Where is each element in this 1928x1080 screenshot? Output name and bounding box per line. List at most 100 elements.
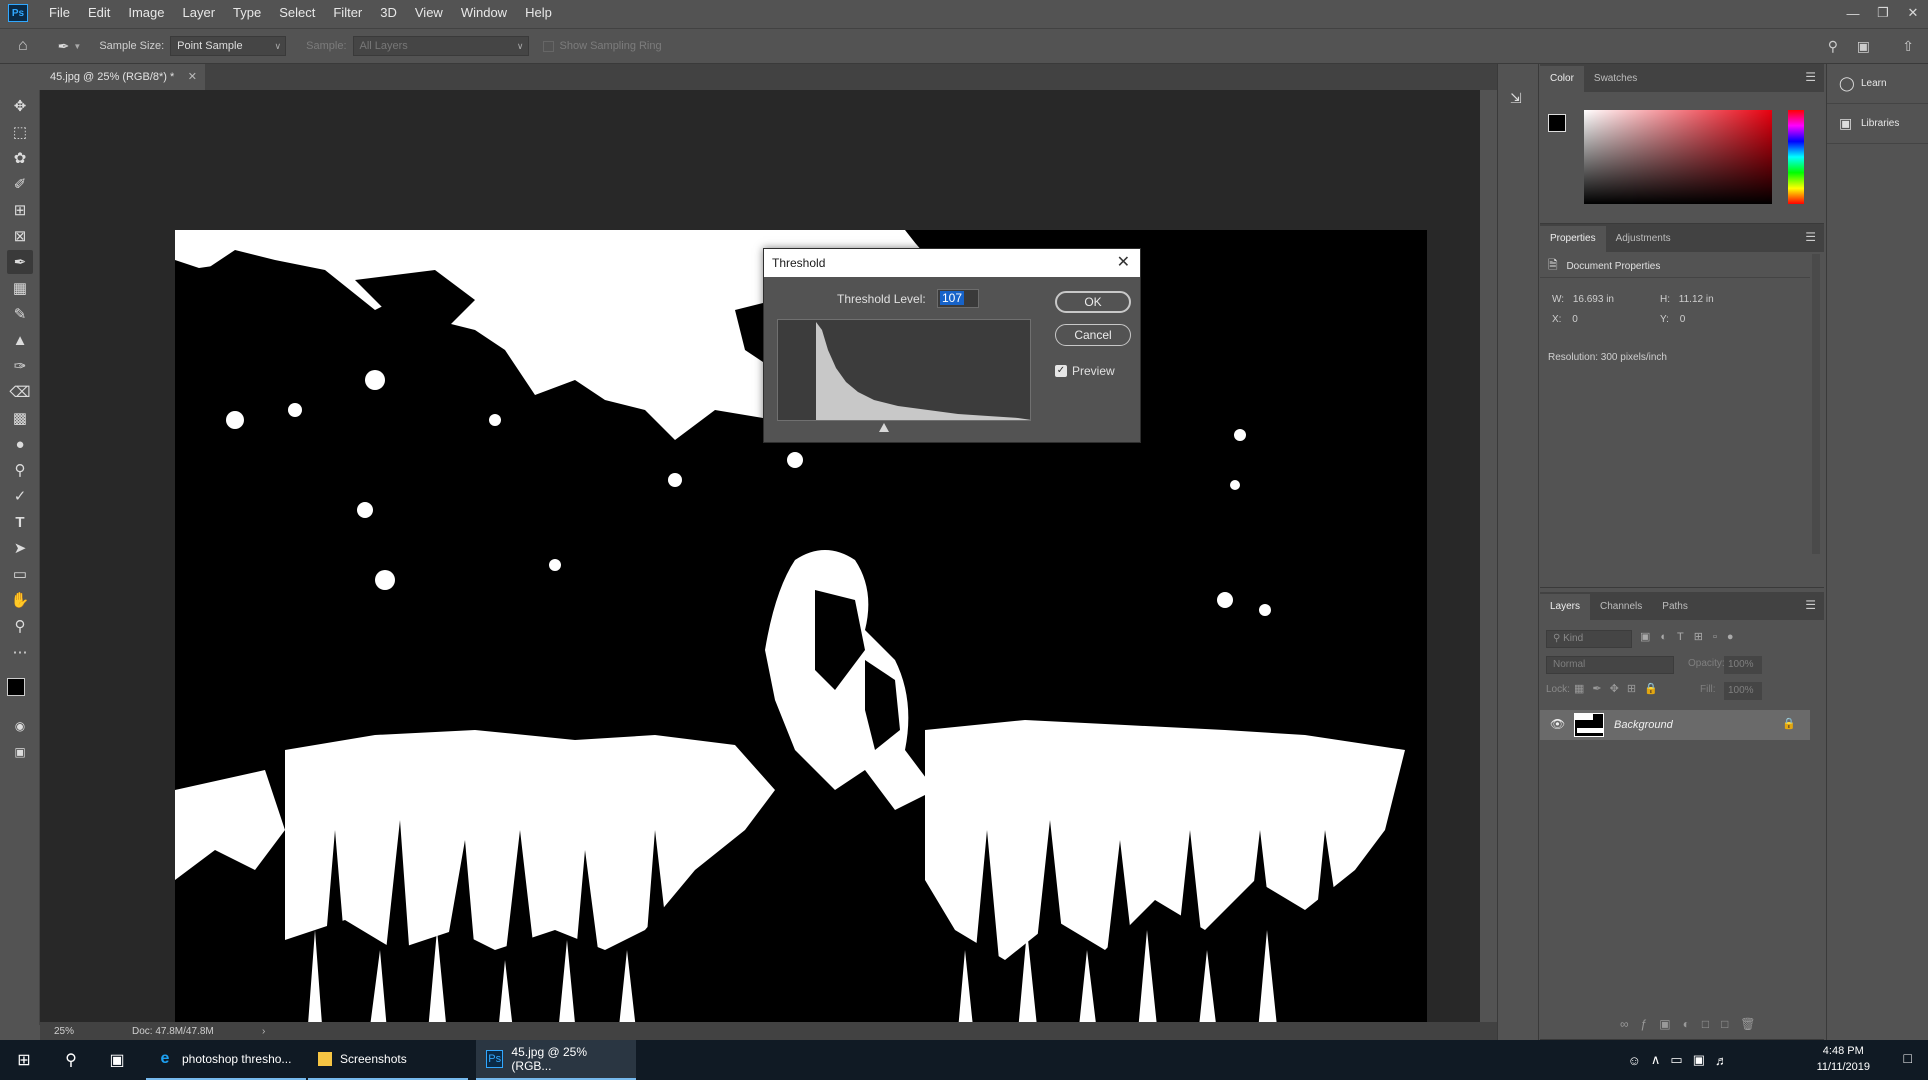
menu-filter[interactable]: Filter <box>324 0 371 26</box>
lock-icons[interactable]: ▦✒✥⊞🔒 <box>1574 682 1666 695</box>
history-brush-tool-icon[interactable]: ✑ <box>7 354 33 378</box>
layer-kind-filter[interactable]: ⚲ Kind <box>1546 630 1632 648</box>
tab-properties[interactable]: Properties <box>1540 226 1606 252</box>
history-panel-icon[interactable]: ⇲ <box>1510 90 1522 107</box>
home-icon[interactable]: ⌂ <box>18 37 28 55</box>
layer-row-background[interactable]: 👁 Background 🔒 <box>1540 710 1810 740</box>
search-icon[interactable]: ⚲ <box>1828 38 1838 55</box>
panel-menu-icon[interactable]: ☰ <box>1805 70 1816 84</box>
taskbar-app-explorer[interactable]: Screenshots <box>308 1040 468 1080</box>
canvas-area[interactable] <box>40 90 1480 1065</box>
properties-scrollbar[interactable] <box>1812 254 1820 554</box>
workspace-icon[interactable]: ▣ <box>1857 38 1870 55</box>
foreground-color-swatch[interactable] <box>7 678 25 696</box>
taskbar-app-edge[interactable]: e photoshop thresho... <box>146 1040 306 1080</box>
gradient-tool-icon[interactable]: ▩ <box>7 406 33 430</box>
tab-paths[interactable]: Paths <box>1652 594 1698 620</box>
screen-mode-icon[interactable]: ▣ <box>7 740 33 764</box>
x-value[interactable]: 0 <box>1572 314 1578 325</box>
network-icon[interactable]: ▣ <box>1693 1052 1705 1068</box>
quick-selection-tool-icon[interactable]: ✐ <box>7 172 33 196</box>
preview-checkbox[interactable]: ✓ <box>1055 365 1067 377</box>
path-selection-tool-icon[interactable]: ➤ <box>7 536 33 560</box>
menu-window[interactable]: Window <box>452 0 516 26</box>
share-icon[interactable]: ⇧ <box>1902 38 1914 55</box>
clock[interactable]: 4:48 PM 11/11/2019 <box>1817 1043 1870 1075</box>
cancel-button[interactable]: Cancel <box>1055 324 1131 346</box>
close-icon[interactable]: ✕ <box>1117 249 1130 277</box>
tab-layers[interactable]: Layers <box>1540 594 1591 620</box>
menu-file[interactable]: File <box>40 0 79 26</box>
hand-tool-icon[interactable]: ✋ <box>7 588 33 612</box>
color-field[interactable] <box>1584 110 1772 204</box>
brush-tool-icon[interactable]: ✎ <box>7 302 33 326</box>
type-tool-icon[interactable]: T <box>7 510 33 534</box>
close-window-button[interactable]: ✕ <box>1898 0 1928 26</box>
close-tab-icon[interactable]: ✕ <box>188 64 197 90</box>
taskbar-app-photoshop[interactable]: Ps 45.jpg @ 25% (RGB... <box>476 1040 636 1080</box>
menu-view[interactable]: View <box>406 0 452 26</box>
panel-menu-icon[interactable]: ☰ <box>1805 598 1816 612</box>
menu-3d[interactable]: 3D <box>371 0 406 26</box>
fill-input[interactable]: 100% <box>1724 682 1762 700</box>
y-value[interactable]: 0 <box>1680 314 1686 325</box>
eyedropper-tool-preset-icon[interactable]: ✒ <box>58 38 70 55</box>
chevron-down-icon[interactable]: ▼ <box>73 42 81 51</box>
more-tools-icon[interactable]: ⋯ <box>7 640 33 664</box>
libraries-panel-button[interactable]: ▣ Libraries <box>1827 104 1928 144</box>
menu-help[interactable]: Help <box>516 0 561 26</box>
rectangle-tool-icon[interactable]: ▭ <box>7 562 33 586</box>
pen-tool-icon[interactable]: ✓ <box>7 484 33 508</box>
marquee-tool-icon[interactable]: ⬚ <box>7 120 33 144</box>
zoom-tool-icon[interactable]: ⚲ <box>7 614 33 638</box>
width-value[interactable]: 16.693 in <box>1573 294 1614 305</box>
windows-start-icon[interactable]: ⊞ <box>0 1040 48 1080</box>
menu-type[interactable]: Type <box>224 0 270 26</box>
threshold-level-input[interactable]: 107 <box>937 289 979 308</box>
minimize-button[interactable]: — <box>1838 0 1868 26</box>
notification-icon[interactable]: □ <box>1904 1050 1912 1066</box>
document-tab[interactable]: 45.jpg @ 25% (RGB/8*) * ✕ <box>40 64 205 90</box>
tab-color[interactable]: Color <box>1540 66 1584 92</box>
zoom-level[interactable]: 25% <box>54 1022 74 1042</box>
eye-icon[interactable]: 👁 <box>1550 717 1565 731</box>
learn-panel-button[interactable]: ◯ Learn <box>1827 64 1928 104</box>
sample-size-select[interactable]: Point Sample ∨ <box>170 36 287 56</box>
show-sampling-ring-checkbox[interactable] <box>542 40 554 52</box>
chevron-right-icon[interactable]: › <box>262 1022 265 1042</box>
volume-icon[interactable]: ♬ <box>1715 1053 1728 1068</box>
dodge-tool-icon[interactable]: ⚲ <box>7 458 33 482</box>
quick-mask-icon[interactable]: ◉ <box>7 714 33 738</box>
menu-edit[interactable]: Edit <box>79 0 119 26</box>
hue-slider[interactable] <box>1788 110 1804 204</box>
color-foreground-swatch[interactable] <box>1548 114 1566 132</box>
dialog-title-bar[interactable]: Threshold ✕ <box>764 249 1140 277</box>
frame-tool-icon[interactable]: ⊠ <box>7 224 33 248</box>
height-value[interactable]: 11.12 in <box>1679 294 1714 305</box>
opacity-input[interactable]: 100% <box>1724 656 1762 674</box>
layer-name[interactable]: Background <box>1614 710 1673 740</box>
healing-brush-tool-icon[interactable]: ▦ <box>7 276 33 300</box>
people-icon[interactable]: ☺ <box>1628 1053 1641 1068</box>
move-tool-icon[interactable]: ✥ <box>7 94 33 118</box>
battery-icon[interactable]: ▭ <box>1670 1052 1682 1068</box>
task-view-icon[interactable]: ▣ <box>94 1040 140 1080</box>
panel-menu-icon[interactable]: ☰ <box>1805 230 1816 244</box>
sample-select[interactable]: All Layers ∨ <box>352 36 529 56</box>
eyedropper-tool-icon[interactable]: ✒ <box>7 250 33 274</box>
menu-select[interactable]: Select <box>270 0 324 26</box>
restore-button[interactable]: ❐ <box>1868 0 1898 26</box>
stamp-tool-icon[interactable]: ▲ <box>7 328 33 352</box>
blend-mode-select[interactable]: Normal <box>1546 656 1674 674</box>
tab-channels[interactable]: Channels <box>1590 594 1652 620</box>
menu-image[interactable]: Image <box>119 0 173 26</box>
threshold-slider-handle[interactable] <box>879 423 889 432</box>
lasso-tool-icon[interactable]: ✿ <box>7 146 33 170</box>
eraser-tool-icon[interactable]: ⌫ <box>7 380 33 404</box>
blur-tool-icon[interactable]: ● <box>7 432 33 456</box>
layer-filter-icons[interactable]: ▣◐T⊞▫● <box>1640 630 1744 643</box>
crop-tool-icon[interactable]: ⊞ <box>7 198 33 222</box>
ok-button[interactable]: OK <box>1055 291 1131 313</box>
menu-layer[interactable]: Layer <box>174 0 225 26</box>
tab-swatches[interactable]: Swatches <box>1584 66 1647 92</box>
